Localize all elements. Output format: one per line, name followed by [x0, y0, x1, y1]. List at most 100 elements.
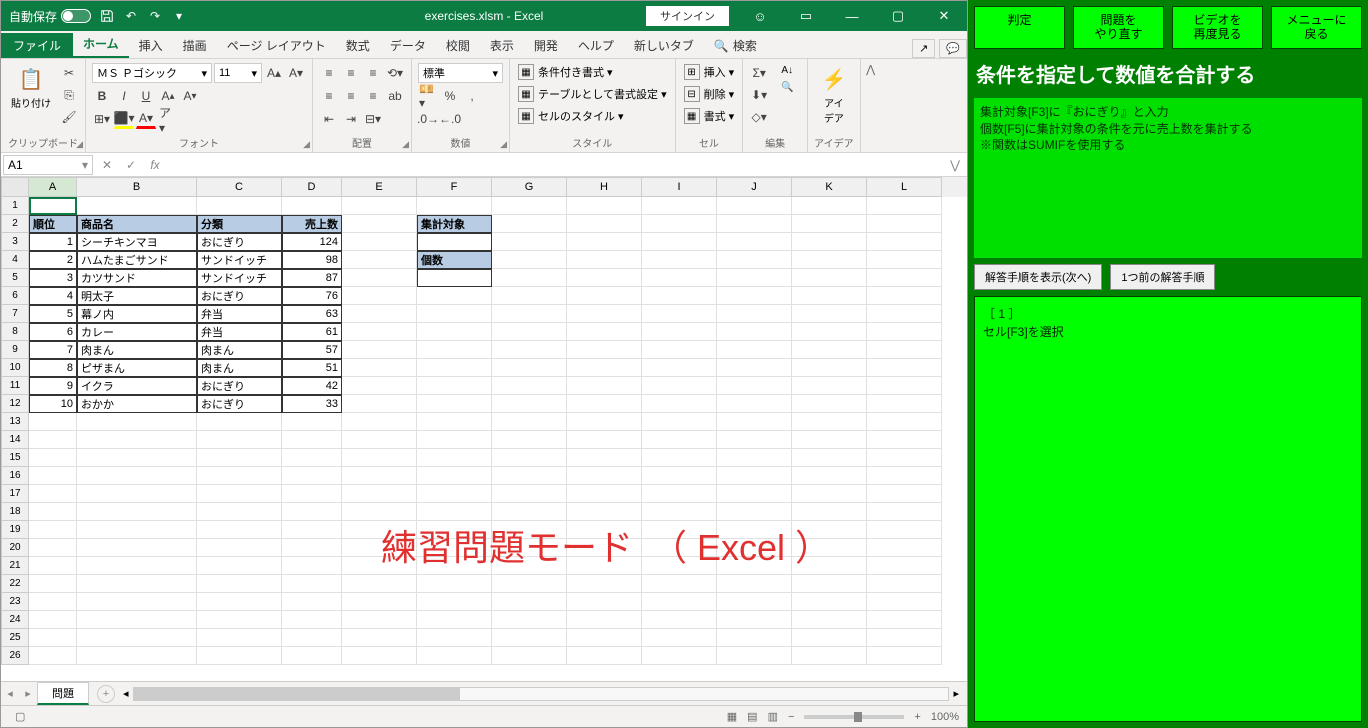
cell[interactable] [417, 431, 492, 449]
cell[interactable] [867, 233, 942, 251]
cell[interactable]: 4 [29, 287, 77, 305]
column-header[interactable]: I [642, 177, 717, 197]
cell[interactable] [29, 521, 77, 539]
cell[interactable]: イクラ [77, 377, 197, 395]
cell[interactable] [567, 233, 642, 251]
cell[interactable] [867, 395, 942, 413]
cell[interactable] [492, 647, 567, 665]
wrap-text-icon[interactable]: ab [385, 86, 405, 106]
cell[interactable] [642, 575, 717, 593]
cell[interactable] [717, 593, 792, 611]
redo-icon[interactable]: ↷ [147, 8, 163, 24]
row-header[interactable]: 14 [1, 431, 29, 449]
cell[interactable] [792, 323, 867, 341]
cell[interactable] [642, 521, 717, 539]
cell[interactable] [792, 377, 867, 395]
cell[interactable]: 5 [29, 305, 77, 323]
decrease-indent-icon[interactable]: ⇤ [319, 109, 339, 129]
cell[interactable] [792, 287, 867, 305]
number-format-select[interactable]: 標準▾ [418, 63, 503, 83]
row-header[interactable]: 17 [1, 485, 29, 503]
row-header[interactable]: 1 [1, 197, 29, 215]
cell[interactable] [642, 215, 717, 233]
row-header[interactable]: 19 [1, 521, 29, 539]
cell[interactable] [77, 629, 197, 647]
cell[interactable] [567, 647, 642, 665]
cell[interactable] [492, 251, 567, 269]
fx-icon[interactable]: fx [143, 158, 167, 172]
cell[interactable] [567, 323, 642, 341]
cell[interactable] [567, 269, 642, 287]
cell[interactable] [77, 593, 197, 611]
cell[interactable] [717, 413, 792, 431]
cell[interactable] [792, 413, 867, 431]
cell[interactable] [417, 233, 492, 251]
cell[interactable] [792, 305, 867, 323]
cell[interactable] [642, 287, 717, 305]
decrease-font-icon[interactable]: A▾ [286, 63, 306, 83]
cell[interactable] [417, 521, 492, 539]
cell[interactable] [197, 557, 282, 575]
cell[interactable] [342, 485, 417, 503]
cell[interactable]: おかか [77, 395, 197, 413]
cell[interactable] [642, 485, 717, 503]
cell[interactable] [492, 539, 567, 557]
cell[interactable] [282, 557, 342, 575]
column-header[interactable]: C [197, 177, 282, 197]
cancel-formula-icon[interactable]: ✕ [95, 158, 119, 172]
zoom-slider[interactable] [804, 715, 904, 719]
cell[interactable]: カツサンド [77, 269, 197, 287]
cell[interactable] [492, 467, 567, 485]
row-header[interactable]: 5 [1, 269, 29, 287]
cell[interactable] [642, 413, 717, 431]
cell[interactable] [197, 521, 282, 539]
cell[interactable] [492, 269, 567, 287]
horizontal-scrollbar[interactable]: ◂ ▸ [115, 687, 967, 701]
cell[interactable]: 76 [282, 287, 342, 305]
row-header[interactable]: 6 [1, 287, 29, 305]
cell[interactable] [792, 647, 867, 665]
cell[interactable] [282, 629, 342, 647]
cell[interactable] [642, 449, 717, 467]
cell[interactable] [867, 467, 942, 485]
cell[interactable]: サンドイッチ [197, 269, 282, 287]
cell[interactable] [77, 449, 197, 467]
cell[interactable] [642, 629, 717, 647]
cell[interactable] [342, 413, 417, 431]
add-sheet-button[interactable]: + [97, 685, 115, 703]
video-button[interactable]: ビデオを 再度見る [1172, 6, 1263, 49]
cell[interactable] [342, 197, 417, 215]
cell[interactable] [492, 197, 567, 215]
cell[interactable] [342, 233, 417, 251]
cell[interactable]: 10 [29, 395, 77, 413]
cell[interactable] [567, 431, 642, 449]
cell[interactable] [342, 539, 417, 557]
copy-icon[interactable]: ⎘ [59, 85, 79, 105]
cell[interactable] [492, 611, 567, 629]
cell[interactable] [342, 269, 417, 287]
cell[interactable] [77, 467, 197, 485]
page-break-view-icon[interactable]: ▥ [768, 710, 778, 723]
cell[interactable] [717, 359, 792, 377]
cell[interactable] [282, 197, 342, 215]
cell[interactable] [417, 197, 492, 215]
cell[interactable] [492, 359, 567, 377]
minimize-button[interactable]: — [829, 1, 875, 31]
column-header[interactable]: K [792, 177, 867, 197]
cell[interactable] [197, 413, 282, 431]
cell[interactable] [642, 341, 717, 359]
cell[interactable] [77, 647, 197, 665]
sheet-nav-first-icon[interactable]: ◂ [1, 687, 19, 700]
tab-search[interactable]: 🔍検索 [704, 33, 767, 58]
row-header[interactable]: 24 [1, 611, 29, 629]
cell[interactable] [29, 197, 77, 215]
tab-view[interactable]: 表示 [480, 33, 524, 58]
enter-formula-icon[interactable]: ✓ [119, 158, 143, 172]
cell[interactable] [867, 629, 942, 647]
paste-button[interactable]: 📋 貼り付け [7, 63, 55, 112]
cell[interactable] [792, 503, 867, 521]
cell[interactable] [867, 359, 942, 377]
cell[interactable] [567, 287, 642, 305]
cell[interactable] [717, 557, 792, 575]
cell[interactable] [29, 557, 77, 575]
